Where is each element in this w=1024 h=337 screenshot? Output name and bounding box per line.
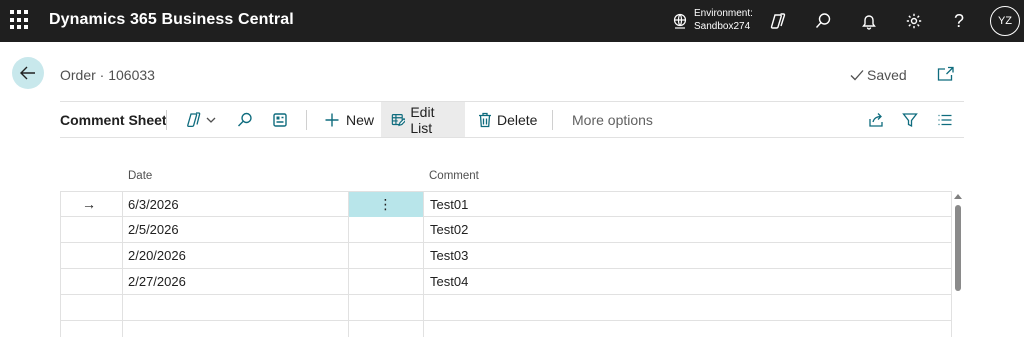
separator (552, 110, 553, 130)
filter-icon (902, 112, 918, 127)
bell-icon[interactable] (857, 9, 881, 33)
environment-name: Sandbox274 (694, 21, 751, 32)
date-cell[interactable]: 2/5/2026 (128, 217, 179, 242)
checkmark-icon (850, 70, 864, 81)
page-breadcrumb: Order · 106033 (60, 67, 155, 83)
page-caption[interactable]: Comment Sheet (60, 102, 167, 137)
search-icon[interactable] (811, 9, 835, 33)
comment-cell[interactable]: Test04 (430, 269, 468, 294)
saved-status: Saved (850, 67, 907, 83)
grid-border (423, 191, 424, 337)
delete-label: Delete (497, 111, 538, 128)
separator (166, 110, 167, 130)
edit-list-icon (391, 113, 406, 126)
share-icon (869, 112, 883, 127)
trash-icon (479, 112, 491, 127)
table-row[interactable]: 2/20/2026 Test03 (60, 243, 952, 269)
new-label: New (346, 111, 375, 128)
grid-border (348, 191, 349, 337)
row-action-button[interactable]: ⋮ (348, 192, 423, 217)
grid-border (951, 191, 952, 337)
edit-list-label: Edit List (410, 103, 435, 136)
empty-row[interactable] (60, 321, 952, 337)
open-in-new-window-icon[interactable] (937, 66, 955, 82)
more-options-button[interactable]: More options (572, 102, 653, 137)
saved-label: Saved (867, 67, 907, 83)
date-cell[interactable]: 2/27/2026 (128, 269, 186, 294)
environment-label: Environment: (694, 8, 753, 19)
waffle-icon[interactable] (10, 10, 30, 30)
gear-icon[interactable] (902, 9, 926, 33)
layout-icon (273, 112, 287, 127)
comment-grid: → 6/3/2026 ⋮ Test01 2/5/2026 Test02 2/20… (60, 191, 952, 337)
current-row-indicator: → (82, 196, 96, 212)
copilot-icon (187, 111, 216, 127)
new-button[interactable]: New (318, 102, 380, 137)
help-icon[interactable]: ? (947, 9, 971, 33)
user-avatar[interactable]: YZ (990, 6, 1020, 36)
list-icon (938, 114, 952, 125)
table-row[interactable]: 2/27/2026 Test04 (60, 269, 952, 295)
delete-button[interactable]: Delete (472, 102, 543, 137)
date-cell[interactable]: 2/20/2026 (128, 243, 186, 268)
grid-border (122, 191, 123, 337)
scroll-up-arrow[interactable] (954, 194, 962, 199)
table-row[interactable]: → 6/3/2026 ⋮ Test01 (60, 191, 952, 217)
column-header-date[interactable]: Date (128, 170, 152, 182)
environment-icon[interactable] (668, 9, 692, 33)
more-vertical-icon: ⋮ (378, 196, 393, 212)
table-row[interactable]: 2/5/2026 Test02 (60, 217, 952, 243)
filter-button[interactable] (902, 102, 922, 137)
action-bar: Comment Sheet New Edit List Delete More … (60, 101, 964, 138)
search-button[interactable] (237, 102, 259, 137)
share-button[interactable] (868, 102, 888, 137)
date-cell[interactable]: 6/3/2026 (128, 192, 179, 217)
separator (306, 110, 307, 130)
comment-cell[interactable]: Test02 (430, 217, 468, 242)
list-view-button[interactable] (937, 102, 957, 137)
chevron-down-icon (206, 117, 216, 123)
copilot-menu-button[interactable] (186, 102, 222, 137)
layout-button[interactable] (272, 102, 294, 137)
column-header-comment[interactable]: Comment (429, 170, 479, 182)
copilot-icon[interactable] (766, 9, 790, 33)
grid-border (60, 191, 61, 337)
comment-cell[interactable]: Test01 (430, 192, 468, 217)
edit-list-button[interactable]: Edit List (381, 102, 465, 137)
app-bar: Dynamics 365 Business Central Environmen… (0, 0, 1024, 42)
arrow-left-icon (20, 66, 35, 80)
empty-row[interactable] (60, 295, 952, 321)
app-title[interactable]: Dynamics 365 Business Central (49, 11, 294, 29)
scrollbar-thumb[interactable] (955, 205, 961, 291)
plus-icon (325, 113, 339, 126)
search-icon (238, 112, 252, 126)
back-button[interactable] (12, 57, 44, 89)
comment-cell[interactable]: Test03 (430, 243, 468, 268)
environment-indicator[interactable]: Environment: Sandbox274 (694, 7, 753, 33)
